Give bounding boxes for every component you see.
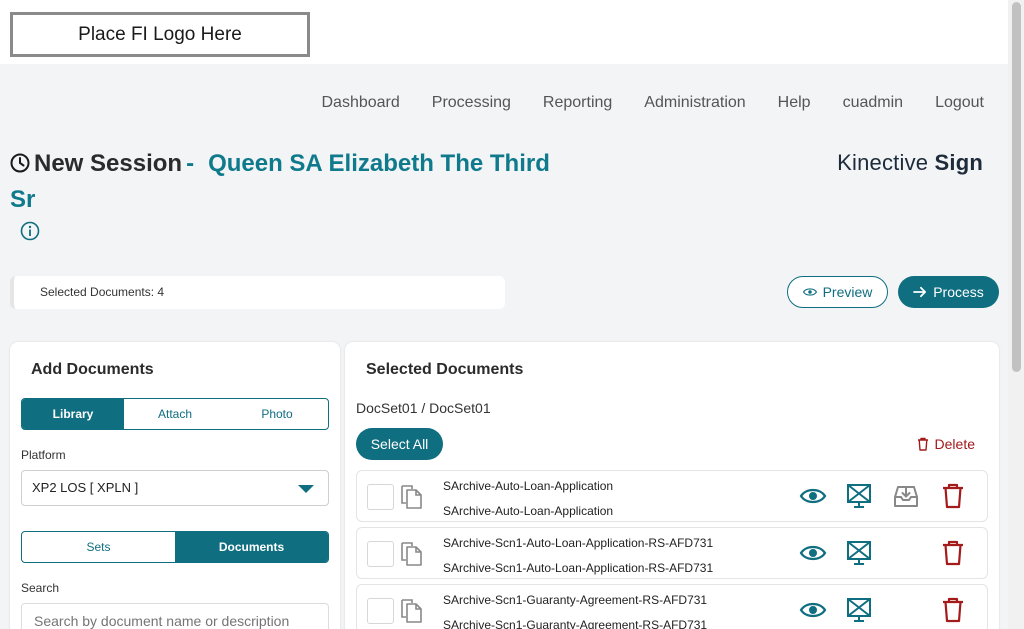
brand-logo: Kinective Sign bbox=[837, 150, 983, 176]
scrollbar-thumb[interactable] bbox=[1012, 2, 1021, 372]
logo-placeholder: Place FI Logo Here bbox=[10, 12, 310, 57]
nav-user[interactable]: cuadmin bbox=[843, 94, 903, 112]
platform-value: XP2 LOS [ XPLN ] bbox=[32, 480, 139, 495]
tab-attach[interactable]: Attach bbox=[124, 399, 226, 429]
preview-button[interactable]: Preview bbox=[787, 276, 888, 308]
view-tabs: Sets Documents bbox=[21, 531, 329, 563]
breadcrumb: DocSet01 / DocSet01 bbox=[356, 400, 491, 416]
selected-documents-title: Selected Documents bbox=[366, 361, 524, 378]
copy-icon bbox=[401, 599, 422, 623]
document-row: SArchive-Auto-Loan-Application SArchive-… bbox=[356, 470, 988, 522]
tab-photo[interactable]: Photo bbox=[226, 399, 328, 429]
add-documents-title: Add Documents bbox=[31, 361, 154, 378]
trash-icon[interactable] bbox=[939, 482, 967, 510]
title-separator: - bbox=[186, 150, 195, 177]
selected-documents-panel: Selected Documents DocSet01 / DocSet01 S… bbox=[345, 342, 999, 629]
logo-text: Place FI Logo Here bbox=[78, 23, 242, 45]
brand-light: Kinective bbox=[837, 150, 935, 175]
trash-icon bbox=[917, 437, 928, 451]
sign-icon[interactable] bbox=[845, 539, 873, 567]
process-button[interactable]: Process bbox=[898, 276, 999, 308]
sign-icon[interactable] bbox=[845, 482, 873, 510]
archive-icon[interactable] bbox=[892, 482, 920, 510]
document-name: SArchive-Auto-Loan-Application bbox=[443, 479, 614, 493]
platform-label: Platform bbox=[21, 448, 66, 462]
copy-icon bbox=[401, 485, 422, 509]
document-name: SArchive-Scn1-Auto-Loan-Application-RS-A… bbox=[443, 536, 714, 550]
caret-down-icon bbox=[298, 485, 314, 493]
eye-icon[interactable] bbox=[799, 539, 827, 567]
delete-button[interactable]: Delete bbox=[917, 436, 975, 452]
document-row: SArchive-Scn1-Guaranty-Agreement-RS-AFD7… bbox=[356, 584, 988, 629]
nav-help[interactable]: Help bbox=[778, 94, 811, 112]
session-prefix: New Session bbox=[34, 150, 183, 177]
top-bar: Place FI Logo Here bbox=[0, 0, 1008, 64]
nav-processing[interactable]: Processing bbox=[432, 94, 511, 112]
document-description: SArchive-Scn1-Guaranty-Agreement-RS-AFD7… bbox=[443, 618, 708, 629]
row-checkbox[interactable] bbox=[367, 541, 394, 567]
nav-reporting[interactable]: Reporting bbox=[543, 94, 612, 112]
select-all-button[interactable]: Select All bbox=[356, 428, 443, 460]
search-label: Search bbox=[21, 581, 60, 595]
eye-icon bbox=[802, 288, 817, 296]
eye-icon[interactable] bbox=[799, 482, 827, 510]
document-description: SArchive-Scn1-Auto-Loan-Application-RS-A… bbox=[443, 561, 714, 575]
platform-select[interactable]: XP2 LOS [ XPLN ] bbox=[21, 470, 329, 506]
page-title: New Session - Queen SA Elizabeth The Third… bbox=[10, 146, 570, 218]
delete-label: Delete bbox=[934, 436, 975, 452]
tab-sets[interactable]: Sets bbox=[22, 532, 175, 562]
document-name: SArchive-Scn1-Guaranty-Agreement-RS-AFD7… bbox=[443, 593, 708, 607]
nav-administration[interactable]: Administration bbox=[644, 94, 745, 112]
sign-icon[interactable] bbox=[845, 596, 873, 624]
nav-dashboard[interactable]: Dashboard bbox=[321, 94, 399, 112]
info-icon[interactable] bbox=[20, 221, 40, 241]
copy-icon bbox=[401, 542, 422, 566]
trash-icon[interactable] bbox=[939, 539, 967, 567]
main-nav: Dashboard Processing Reporting Administr… bbox=[321, 94, 984, 112]
add-documents-panel: Add Documents Library Attach Photo Platf… bbox=[10, 342, 340, 629]
nav-logout[interactable]: Logout bbox=[935, 94, 984, 112]
tab-documents[interactable]: Documents bbox=[175, 532, 328, 562]
document-description: SArchive-Auto-Loan-Application bbox=[443, 504, 614, 518]
document-row: SArchive-Scn1-Auto-Loan-Application-RS-A… bbox=[356, 527, 988, 579]
row-checkbox[interactable] bbox=[367, 484, 394, 510]
process-label: Process bbox=[933, 284, 984, 300]
arrow-right-icon bbox=[913, 286, 927, 298]
eye-icon[interactable] bbox=[799, 596, 827, 624]
clock-icon bbox=[10, 153, 30, 173]
page-scrollbar[interactable] bbox=[1008, 0, 1024, 629]
tab-library[interactable]: Library bbox=[22, 399, 124, 429]
search-input[interactable] bbox=[21, 603, 329, 629]
preview-label: Preview bbox=[822, 284, 873, 300]
trash-icon[interactable] bbox=[939, 596, 967, 624]
brand-bold: Sign bbox=[934, 150, 983, 175]
source-tabs: Library Attach Photo bbox=[21, 398, 329, 430]
selected-documents-count: Selected Documents: 4 bbox=[10, 276, 505, 309]
row-checkbox[interactable] bbox=[367, 598, 394, 624]
